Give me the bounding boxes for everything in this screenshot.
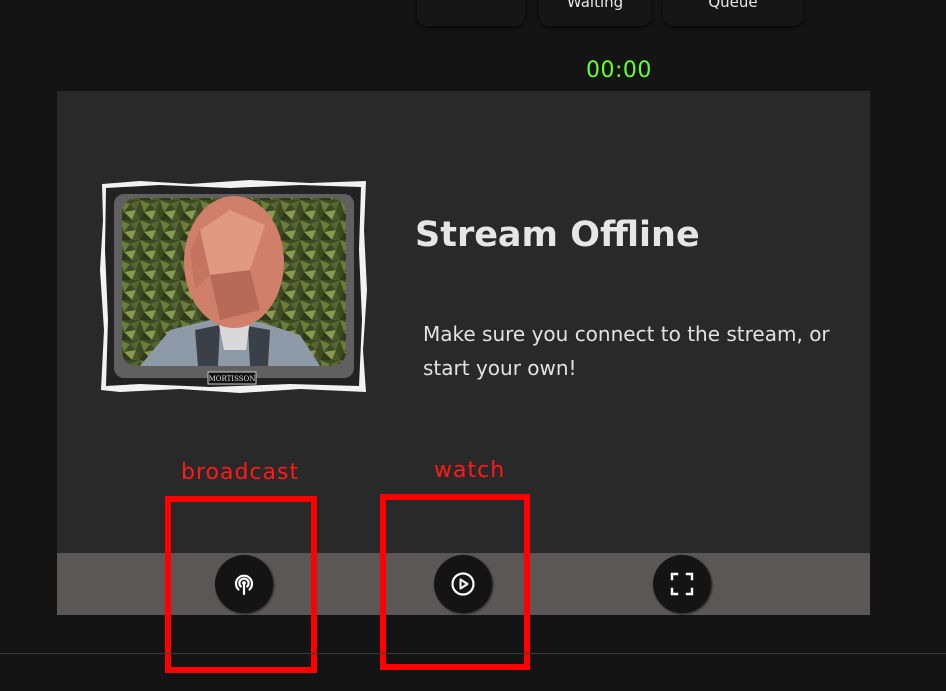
stream-offline-thumbnail: MORTISSON xyxy=(100,180,367,393)
fullscreen-icon xyxy=(670,572,694,596)
stream-status-title: Stream Offline xyxy=(415,215,700,255)
nav-button-queue[interactable]: Queue xyxy=(663,0,803,26)
stream-panel: MORTISSON Stream Offline Make sure you c… xyxy=(57,91,870,553)
annotation-broadcast-box xyxy=(165,496,317,673)
stream-status-message: Make sure you connect to the stream, or … xyxy=(423,322,830,380)
thumbnail-caption: MORTISSON xyxy=(209,375,256,383)
annotation-broadcast-label: broadcast xyxy=(181,460,300,485)
fullscreen-button[interactable] xyxy=(653,555,711,613)
nav-button-waiting[interactable]: Waiting xyxy=(539,0,651,26)
stream-timer: 00:00 xyxy=(586,58,652,83)
annotation-watch-box xyxy=(380,494,530,670)
annotation-watch-label: watch xyxy=(434,458,506,483)
footer-divider xyxy=(0,653,946,654)
nav-button-blank[interactable] xyxy=(417,0,525,26)
